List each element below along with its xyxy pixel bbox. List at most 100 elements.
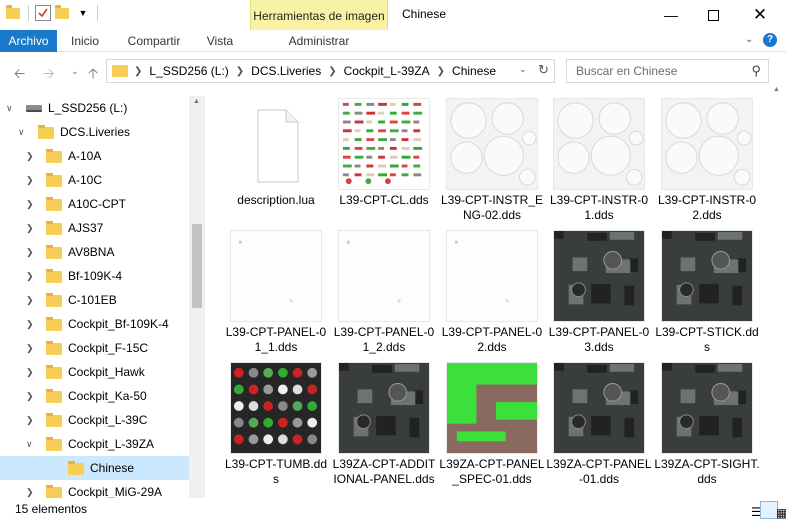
breadcrumb-dcs-liveries[interactable]: DCS.Liveries — [246, 64, 326, 78]
chevron-down-icon[interactable]: ∨ — [26, 439, 33, 450]
tab-compartir[interactable]: Compartir — [120, 30, 188, 52]
file-item[interactable]: L39-CPT-PANEL-03.dds — [546, 224, 652, 354]
image-thumbnail — [553, 230, 645, 322]
tab-vista[interactable]: Vista — [198, 30, 242, 52]
breadcrumb-separator-icon[interactable]: ❯ — [435, 66, 447, 77]
help-icon[interactable]: ? — [763, 33, 777, 47]
ribbon-tabs: Archivo Inicio Compartir Vista Administr… — [0, 30, 786, 82]
file-item[interactable]: L39-CPT-TUMB.dds — [223, 356, 329, 486]
nav-scrollbar-thumb[interactable] — [192, 224, 202, 308]
file-item[interactable]: L39ZA-CPT-PANEL-01.dds — [546, 356, 652, 486]
search-icon[interactable]: ⚲ — [751, 63, 761, 79]
tree-item[interactable]: ❯ C-101EB — [0, 288, 189, 312]
chevron-right-icon[interactable]: ❯ — [26, 295, 34, 306]
address-row: 🡠 🡢 ⌄ 🡡 ❯ L_SSD256 (L:) ❯ DCS.Liveries ❯… — [0, 55, 786, 87]
tree-item[interactable]: ❯ Cockpit_Hawk — [0, 360, 189, 384]
customize-toolbar-icon[interactable]: ▼ — [75, 5, 91, 21]
tree-item-label: Cockpit_L-39ZA — [68, 437, 155, 451]
expand-ribbon-icon[interactable]: ⌄ — [745, 34, 753, 45]
chevron-right-icon[interactable]: ❯ — [26, 391, 34, 402]
tree-item[interactable]: ❯ A10C-CPT — [0, 192, 189, 216]
file-item[interactable]: L39ZA-CPT-ADDITIONAL-PANEL.dds — [331, 356, 437, 486]
breadcrumb-separator-icon[interactable]: ❯ — [132, 66, 144, 77]
properties-icon[interactable] — [35, 5, 51, 21]
breadcrumb-separator-icon[interactable]: ❯ — [234, 66, 246, 77]
tree-item[interactable]: ❯ Cockpit_Bf-109K-4 — [0, 312, 189, 336]
chevron-right-icon[interactable]: ❯ — [26, 199, 34, 210]
chevron-right-icon[interactable]: ❯ — [26, 175, 34, 186]
tree-item[interactable]: ❯ A-10C — [0, 168, 189, 192]
tree-item[interactable]: Chinese — [0, 456, 189, 480]
tree-item[interactable]: ❯ AJS37 — [0, 216, 189, 240]
breadcrumb-separator-icon[interactable]: ❯ — [326, 66, 338, 77]
scroll-up-icon[interactable]: ▲ — [773, 86, 780, 93]
chevron-down-icon[interactable]: ∨ — [18, 127, 25, 138]
breadcrumb-chinese[interactable]: Chinese — [447, 64, 501, 78]
details-view-button[interactable]: ☰ — [736, 501, 762, 519]
address-dropdown-icon[interactable]: ⌄ — [519, 64, 527, 75]
tree-item[interactable]: ❯ Cockpit_MiG-29A — [0, 480, 189, 498]
large-icons-view-button[interactable]: ▦ — [760, 501, 786, 520]
tree-item[interactable]: ❯ Cockpit_F-15C — [0, 336, 189, 360]
chevron-right-icon[interactable]: ❯ — [26, 151, 34, 162]
file-name: L39-CPT-STICK.dds — [655, 325, 759, 354]
breadcrumb-drive[interactable]: L_SSD256 (L:) — [144, 64, 233, 78]
new-folder-icon[interactable] — [55, 5, 71, 21]
chevron-right-icon[interactable]: ❯ — [26, 487, 34, 498]
tree-item[interactable]: ∨ Cockpit_L-39ZA — [0, 432, 189, 456]
minimize-button[interactable]: — — [648, 0, 694, 30]
chevron-right-icon[interactable]: ❯ — [26, 319, 34, 330]
file-item[interactable]: L39-CPT-INSTR_ENG-02.dds — [439, 92, 545, 222]
file-name: L39-CPT-PANEL-02.dds — [441, 325, 543, 354]
chevron-right-icon[interactable]: ❯ — [26, 271, 34, 282]
tree-item[interactable]: ❯ Cockpit_Ka-50 — [0, 384, 189, 408]
content-scrollbar[interactable]: ▲ — [769, 84, 786, 498]
tree-item[interactable]: ❯ Cockpit_L-39C — [0, 408, 189, 432]
file-item[interactable]: L39ZA-CPT-PANEL_SPEC-01.dds — [439, 356, 545, 486]
tree-item-label: Cockpit_L-39C — [68, 413, 148, 427]
tab-administrar[interactable]: Administrar — [250, 30, 388, 52]
file-item[interactable]: L39-CPT-INSTR-01.dds — [546, 92, 652, 222]
scroll-up-icon[interactable]: ▲ — [193, 98, 200, 105]
file-item[interactable]: L39ZA-CPT-SIGHT.dds — [654, 356, 760, 486]
refresh-icon[interactable]: ↻ — [538, 62, 549, 78]
close-button[interactable]: ✕ — [737, 0, 783, 30]
tree-item[interactable]: ❯ Bf-109K-4 — [0, 264, 189, 288]
back-button[interactable]: 🡠 — [14, 63, 25, 87]
minimize-icon: — — [664, 7, 678, 23]
maximize-button[interactable] — [690, 0, 736, 30]
nav-scrollbar[interactable]: ▲ — [189, 96, 205, 498]
folder-icon — [46, 269, 62, 283]
tree-item[interactable]: ❯ A-10A — [0, 144, 189, 168]
file-item[interactable]: L39-CPT-CL.dds — [331, 92, 437, 222]
file-item[interactable]: L39-CPT-PANEL-01_2.dds — [331, 224, 437, 354]
chevron-right-icon[interactable]: ❯ — [26, 343, 34, 354]
chevron-down-icon: ⌄ — [71, 66, 79, 76]
breadcrumb-cockpit-l39za[interactable]: Cockpit_L-39ZA — [339, 64, 435, 78]
context-tab-label: Herramientas de imagen — [253, 9, 385, 23]
search-box[interactable]: Buscar en Chinese ⚲ — [566, 59, 769, 83]
chevron-right-icon[interactable]: ❯ — [26, 223, 34, 234]
up-button[interactable]: 🡡 — [88, 63, 98, 87]
chevron-down-icon[interactable]: ∨ — [6, 103, 13, 114]
forward-button[interactable]: 🡢 — [43, 63, 54, 87]
file-name: L39ZA-CPT-ADDITIONAL-PANEL.dds — [332, 457, 436, 486]
tab-inicio[interactable]: Inicio — [62, 30, 108, 52]
folder-icon — [46, 413, 62, 427]
chevron-right-icon[interactable]: ❯ — [26, 367, 34, 378]
tree-item[interactable]: ∨ L_SSD256 (L:) — [0, 96, 189, 120]
tree-item[interactable]: ❯ AV8BNA — [0, 240, 189, 264]
file-item[interactable]: L39-CPT-PANEL-01_1.dds — [223, 224, 329, 354]
chevron-right-icon[interactable]: ❯ — [26, 415, 34, 426]
file-item[interactable]: L39-CPT-INSTR-02.dds — [654, 92, 760, 222]
recent-locations-button[interactable]: ⌄ — [71, 66, 79, 77]
tree-item-label: AV8BNA — [68, 245, 115, 259]
file-item[interactable]: description.lua — [223, 92, 329, 222]
file-item[interactable]: L39-CPT-PANEL-02.dds — [439, 224, 545, 354]
address-bar[interactable]: ❯ L_SSD256 (L:) ❯ DCS.Liveries ❯ Cockpit… — [106, 59, 555, 83]
tab-archivo[interactable]: Archivo — [0, 30, 57, 52]
drive-icon — [26, 105, 42, 112]
chevron-right-icon[interactable]: ❯ — [26, 247, 34, 258]
tree-item[interactable]: ∨ DCS.Liveries — [0, 120, 189, 144]
file-item[interactable]: L39-CPT-STICK.dds — [654, 224, 760, 354]
